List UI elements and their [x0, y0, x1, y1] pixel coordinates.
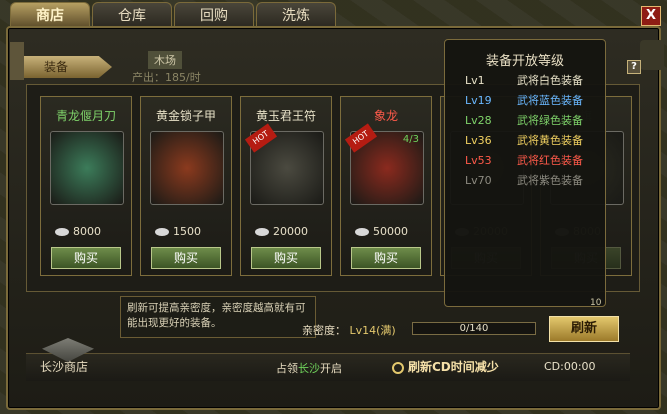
item-card[interactable]: 象龙 HOT 4/3 50000 购买	[340, 96, 432, 276]
tab-shop[interactable]: 商店	[10, 2, 90, 28]
close-button[interactable]: X	[641, 6, 661, 26]
level-value: Lv28	[465, 114, 492, 127]
item-price: 20000	[255, 225, 308, 238]
item-name: 象龙	[373, 109, 398, 123]
item-card[interactable]: 黄金锁子甲 1500 购买	[140, 96, 232, 276]
level-text: 武将紫色装备	[517, 174, 583, 187]
level-row: Lv53 武将红色装备	[465, 152, 595, 168]
buy-button[interactable]: 购买	[251, 247, 321, 269]
occupy-city-link[interactable]: 长沙	[298, 362, 320, 375]
silver-icon	[55, 228, 69, 236]
occupy-suffix: 开启	[320, 362, 342, 375]
item-card[interactable]: 黄玉君王符 HOT 20000 购买	[240, 96, 332, 276]
cd-reduce-label: 刷新CD时间减少	[408, 360, 499, 374]
left-scroll-handle[interactable]	[10, 42, 24, 80]
location-label: 木场	[148, 51, 182, 69]
buy-button[interactable]: 购买	[351, 247, 421, 269]
level-row: Lv36 武将黄色装备	[465, 132, 595, 148]
tab-warehouse[interactable]: 仓库	[92, 2, 172, 28]
item-image[interactable]	[150, 131, 224, 205]
cd-timer: CD:00:00	[544, 360, 596, 373]
level-value: Lv70	[465, 174, 492, 187]
silver-icon	[355, 228, 369, 236]
occupy-prefix: 占领	[276, 362, 298, 375]
popup-title: 装备开放等级	[485, 54, 564, 69]
price-value: 50000	[373, 225, 408, 238]
level-row: Lv19 武将蓝色装备	[465, 92, 595, 108]
refresh-tip: 刷新可提高亲密度，亲密度越高就有可能出现更好的装备。	[120, 296, 316, 338]
level-value: Lv1	[465, 74, 485, 87]
silver-icon	[255, 228, 269, 236]
level-value: Lv53	[465, 154, 492, 167]
help-button[interactable]: ?	[627, 60, 641, 74]
item-card[interactable]: 青龙偃月刀 8000 购买	[40, 96, 132, 276]
level-row: Lv28 武将绿色装备	[465, 112, 595, 128]
level-text: 武将黄色装备	[517, 134, 583, 147]
tab-refine[interactable]: 洗炼	[256, 2, 336, 28]
hot-badge: HOT	[244, 123, 278, 153]
level-text: 武将蓝色装备	[517, 94, 583, 107]
clock-icon	[392, 361, 404, 374]
side-number: 10	[590, 298, 602, 308]
level-text: 武将绿色装备	[517, 114, 583, 127]
level-value: Lv19	[465, 94, 492, 107]
category-equipment[interactable]: 装备	[24, 56, 112, 78]
intimacy-label: 亲密度： Lv14(满)	[302, 322, 396, 338]
location-info: 木场 产出：185/时	[112, 49, 442, 84]
equip-level-popup: 装备开放等级 Lv1 武将白色装备 Lv19 武将蓝色装备 Lv28 武将绿色装备 Lv36…	[444, 39, 606, 307]
item-image[interactable]: HOT 4/3	[344, 123, 424, 205]
level-text: 武将白色装备	[517, 74, 583, 87]
item-image[interactable]: HOT	[244, 123, 324, 205]
shop-window: 商店 仓库 回购 洗炼 X 装备 木场 产出：185/时 ? 青龙偃月刀 800…	[0, 0, 667, 414]
refresh-button[interactable]: 刷新	[549, 316, 619, 342]
shop-name: 长沙商店	[40, 360, 89, 374]
tab-buyback[interactable]: 回购	[174, 2, 254, 28]
silver-icon	[155, 228, 169, 236]
buy-button[interactable]: 购买	[151, 247, 221, 269]
item-name: 黄金锁子甲	[155, 109, 216, 123]
right-ornament-icon	[640, 40, 664, 70]
price-value: 1500	[173, 225, 201, 238]
level-value: Lv36	[465, 134, 492, 147]
cd-reduce-button[interactable]: 刷新CD时间减少	[392, 358, 499, 375]
occupy-info: 占领长沙开启	[276, 360, 342, 376]
level-row: Lv1 武将白色装备	[465, 72, 595, 88]
item-price: 1500	[155, 225, 201, 238]
level-row: Lv70 武将紫色装备	[465, 172, 595, 188]
item-price: 50000	[355, 225, 408, 238]
buy-button[interactable]: 购买	[51, 247, 121, 269]
location-sub: 产出：185/时	[132, 71, 201, 84]
item-name: 黄玉君王符	[255, 109, 316, 123]
intimacy-level: Lv14(满)	[349, 324, 396, 337]
price-value: 8000	[73, 225, 101, 238]
hot-badge: HOT	[344, 123, 378, 153]
level-text: 武将红色装备	[517, 154, 583, 167]
item-image[interactable]	[50, 131, 124, 205]
intimacy-progress-bar: 0/140	[412, 322, 536, 335]
intimacy-progress-text: 0/140	[459, 323, 489, 334]
price-value: 20000	[273, 225, 308, 238]
intimacy-title: 亲密度：	[302, 324, 346, 337]
item-name: 青龙偃月刀	[55, 109, 116, 123]
item-price: 8000	[55, 225, 101, 238]
item-quantity: 4/3	[402, 134, 419, 145]
